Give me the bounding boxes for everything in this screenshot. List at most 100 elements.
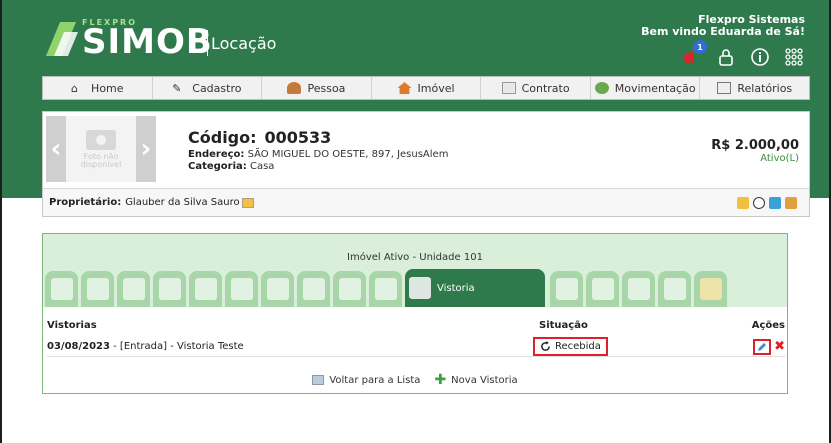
owner-label: Proprietário:	[49, 197, 122, 208]
people-icon	[122, 278, 145, 300]
grid-icon	[785, 48, 803, 66]
row-actions: ✖	[735, 338, 785, 355]
menu-pessoa[interactable]: Pessoa	[262, 77, 372, 99]
notification-button[interactable]: 1	[681, 40, 707, 68]
logo-separator	[207, 30, 208, 56]
notepad-icon	[374, 278, 397, 300]
pencil-icon	[758, 342, 767, 351]
address-value: SÃO MIGUEL DO OESTE, 897, JesusAlem	[247, 149, 449, 160]
tab-keys[interactable]	[586, 271, 619, 307]
tab-home[interactable]	[45, 271, 78, 307]
report-icon	[717, 82, 732, 94]
tab-notes[interactable]	[369, 271, 402, 307]
document-icon	[501, 82, 516, 94]
property-address: Endereço: SÃO MIGUEL DO OESTE, 897, Jesu…	[188, 149, 448, 160]
property-code: Código: 000533	[188, 128, 331, 147]
photo-icon	[338, 278, 361, 300]
photo-placeholder: Foto não disponível	[66, 116, 136, 182]
edit-button[interactable]	[753, 338, 772, 355]
delete-icon[interactable]: ✖	[774, 339, 785, 354]
vistorias-table-header: Vistorias Situação Ações	[47, 320, 785, 331]
back-to-list-link[interactable]: Voltar para a Lista	[312, 372, 420, 388]
clipboard-icon	[230, 278, 253, 300]
panel-links: Voltar para a Lista ✚ Nova Vistoria	[43, 372, 787, 388]
menu-cadastro[interactable]: ✎ Cadastro	[153, 77, 263, 99]
menu-contrato[interactable]: Contrato	[481, 77, 591, 99]
camera-icon	[86, 129, 116, 150]
menu-movimentacao[interactable]: Movimentação	[591, 77, 701, 99]
header-icons: 1	[681, 40, 805, 68]
vistoria-description: 03/08/2023 - [Entrada] - Vistoria Teste	[47, 341, 539, 352]
plus-icon: ✚	[434, 372, 447, 388]
chart-doc-icon[interactable]	[769, 197, 781, 209]
property-card: ‹ Foto não disponível › Código: 000533 En…	[42, 111, 810, 217]
status-text: Recebida	[555, 341, 601, 352]
info-button[interactable]	[749, 46, 771, 68]
logo-sub-text: Locação	[211, 34, 277, 53]
status-badge: Recebida	[533, 337, 608, 356]
users-icon	[158, 278, 181, 300]
owner-edit-icon[interactable]	[241, 197, 254, 208]
logo-mark-icon	[46, 22, 78, 56]
tab-photos[interactable]	[333, 271, 366, 307]
eye-icon[interactable]	[753, 197, 765, 209]
tab-vistoria-label: Vistoria	[437, 282, 475, 294]
menu-label: Home	[91, 81, 124, 95]
chevron-right-icon: ›	[140, 134, 152, 164]
pie-icon	[266, 278, 289, 300]
tab-docs[interactable]	[297, 271, 330, 307]
menu-home[interactable]: ⌂ Home	[43, 77, 153, 99]
property-price: R$ 2.000,00	[711, 138, 799, 153]
new-vistoria-link[interactable]: ✚ Nova Vistoria	[434, 372, 517, 388]
code-value: 000533	[264, 128, 332, 147]
photo-next-button[interactable]: ›	[136, 116, 156, 182]
code-label: Código:	[188, 128, 257, 147]
menu-label: Cadastro	[192, 81, 242, 95]
main-menu: ⌂ Home ✎ Cadastro Pessoa Imóvel Contrato M…	[42, 76, 810, 100]
people-icon[interactable]	[785, 197, 797, 209]
list-icon	[312, 375, 325, 385]
new-link-label: Nova Vistoria	[451, 374, 518, 386]
menu-label: Imóvel	[417, 81, 455, 95]
note-icon	[699, 278, 722, 300]
table-row: 03/08/2023 - [Entrada] - Vistoria Teste …	[47, 337, 785, 357]
menu-imovel[interactable]: Imóvel	[372, 77, 482, 99]
menu-label: Contrato	[521, 81, 570, 95]
tab-note[interactable]	[694, 271, 727, 307]
tab-contacts[interactable]	[550, 271, 583, 307]
panel-title: Imóvel Ativo - Unidade 101	[347, 252, 483, 263]
col-vistorias: Vistorias	[47, 320, 97, 331]
property-status: Ativo(L)	[760, 153, 799, 164]
apps-button[interactable]	[783, 46, 805, 68]
tab-security[interactable]	[622, 271, 655, 307]
header-top: FLEXPRO SIMOB Locação Flexpro Sistemas B…	[2, 0, 829, 78]
notification-badge: 1	[693, 40, 707, 54]
owner-bar: Proprietário: Glauber da Silva Sauro	[43, 188, 809, 216]
document-icon	[302, 278, 325, 300]
chevron-left-icon: ‹	[50, 134, 62, 164]
welcome-text: Bem vindo Eduarda de Sá!	[641, 25, 805, 38]
photo-placeholder-line2: disponível	[80, 159, 122, 169]
folder-icon[interactable]	[737, 197, 749, 209]
menu-relatorios[interactable]: Relatórios	[700, 77, 809, 99]
notepad-icon	[409, 277, 431, 299]
tab-settings[interactable]	[81, 271, 114, 307]
property-tabs: Vistoria	[45, 269, 727, 307]
info-icon	[751, 48, 769, 66]
tab-tenants[interactable]	[153, 271, 186, 307]
tab-checklist[interactable]	[225, 271, 258, 307]
tab-charges[interactable]	[189, 271, 222, 307]
menu-label: Pessoa	[307, 81, 346, 95]
vistoria-situacao-cell: Recebida	[533, 337, 735, 356]
tab-owners[interactable]	[117, 271, 150, 307]
tab-report[interactable]	[261, 271, 294, 307]
category-value: Casa	[249, 161, 275, 172]
money-icon	[594, 82, 609, 94]
lock-button[interactable]	[715, 46, 737, 68]
photo-prev-button[interactable]: ‹	[46, 116, 66, 182]
files-icon	[663, 278, 686, 300]
back-link-label: Voltar para a Lista	[329, 374, 421, 386]
pencil-icon: ✎	[172, 82, 182, 95]
tab-files[interactable]	[658, 271, 691, 307]
tab-vistoria[interactable]: Vistoria	[405, 269, 545, 307]
